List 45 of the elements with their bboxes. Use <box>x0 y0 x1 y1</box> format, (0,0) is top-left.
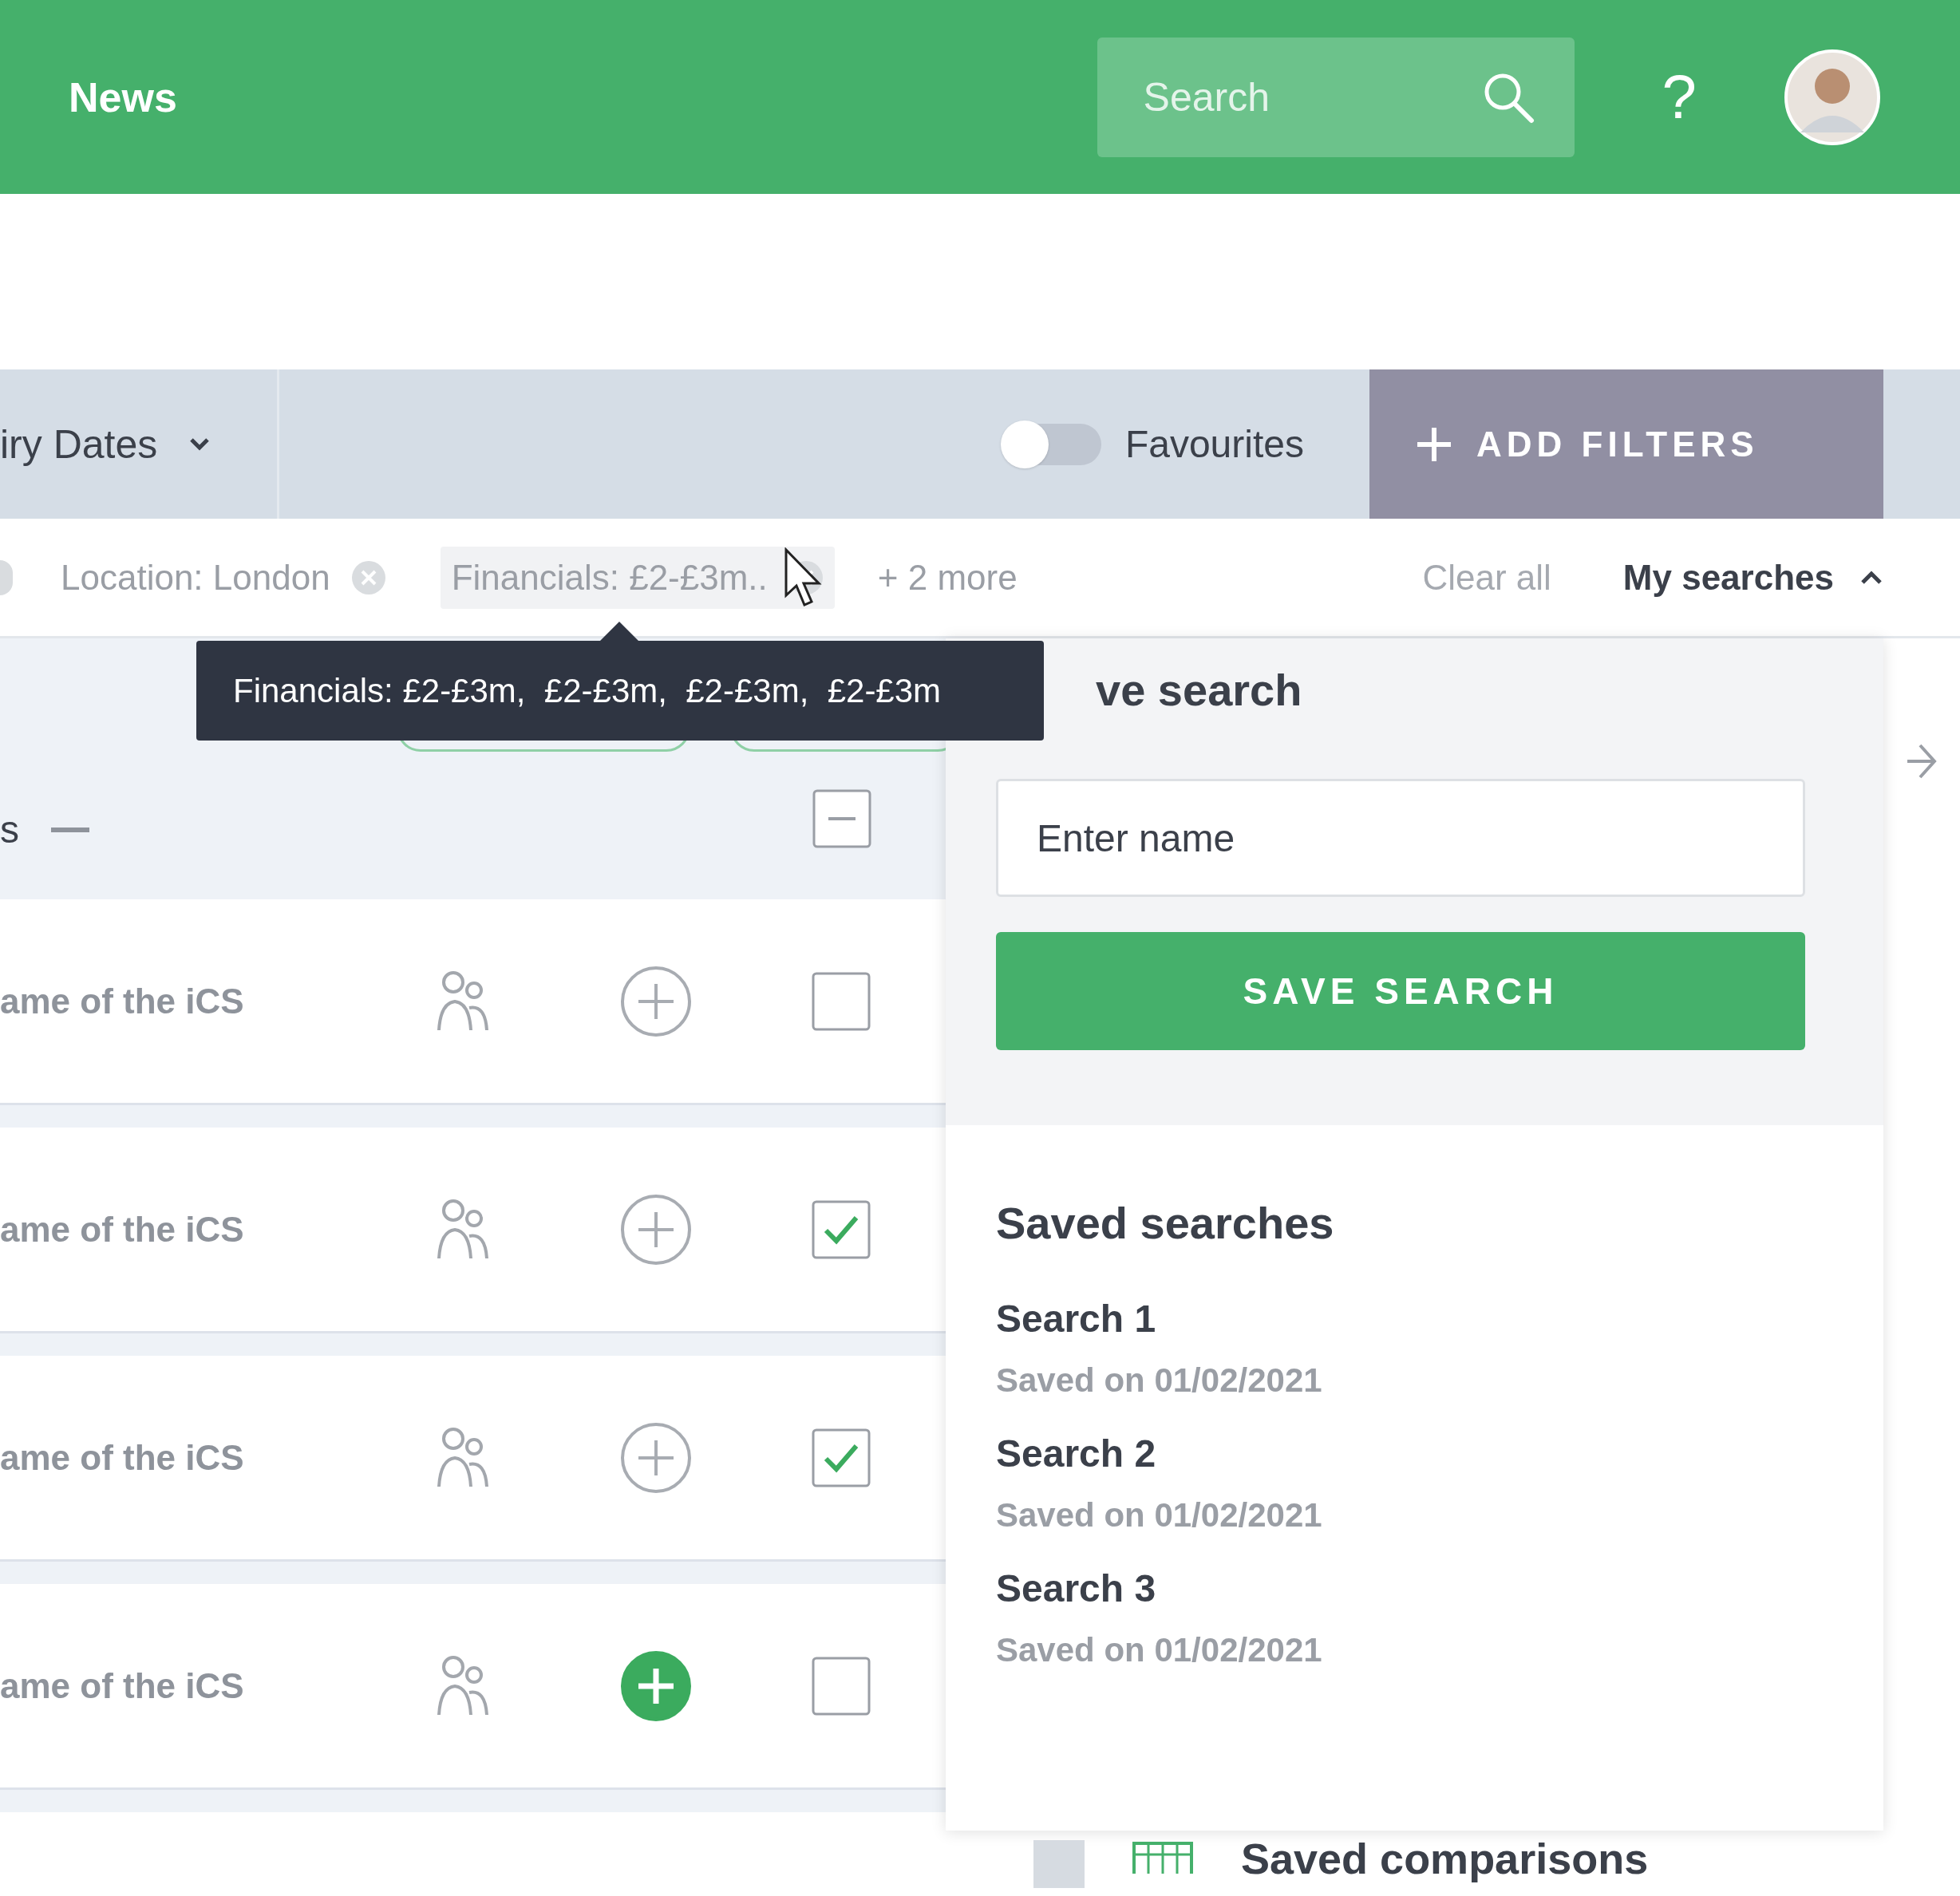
panel-heading: ve search <box>1095 664 1303 717</box>
saved-date: Saved on 01/02/2021 <box>996 1496 1323 1535</box>
add-icon[interactable] <box>620 965 692 1037</box>
saved-date: Saved on 01/02/2021 <box>996 1361 1323 1400</box>
filter-chip[interactable]: Location: London <box>49 546 397 609</box>
saved-search-name[interactable]: Search 3 <box>996 1566 1833 1610</box>
tooltip: Financials: £2-£3m, £2-£3m, £2-£3m, £2-£3m <box>196 641 1044 741</box>
save-search-button[interactable]: SAVE SEARCH <box>996 932 1805 1050</box>
arrow-right-icon[interactable] <box>1906 742 1938 780</box>
row-name: ame of the iCS <box>0 981 245 1021</box>
saved-date: Saved on 01/02/2021 <box>996 1631 1323 1669</box>
add-icon[interactable] <box>620 1193 692 1266</box>
grid-icon <box>1132 1842 1193 1874</box>
avatar[interactable] <box>1784 49 1880 145</box>
filter-dropdown[interactable]: iry Dates <box>0 421 158 468</box>
chip-remove-icon[interactable] <box>0 559 13 595</box>
name-input[interactable]: Enter name <box>996 779 1805 897</box>
row-name: ame of the iCS <box>0 1209 245 1250</box>
saved-search-name[interactable]: Search 2 <box>996 1432 1833 1475</box>
add-icon[interactable] <box>620 1649 692 1722</box>
search-field[interactable]: Search <box>1097 37 1575 157</box>
checkbox[interactable] <box>812 971 871 1031</box>
remove-icon[interactable] <box>350 559 386 595</box>
chevron-icon <box>1859 569 1883 586</box>
chevron-down-icon <box>189 436 211 452</box>
checkbox[interactable] <box>812 1656 871 1716</box>
saved-searches-heading: Saved searches <box>996 1197 1335 1249</box>
saved-search-name[interactable]: Search 1 <box>996 1297 1833 1341</box>
add-filters-button[interactable]: ADD FILTERS <box>1369 369 1883 519</box>
checkbox[interactable] <box>812 1199 871 1259</box>
my-searches-button[interactable]: My searches <box>1622 557 1883 598</box>
group-label: s <box>0 808 19 851</box>
favourites-label: Favourites <box>1124 422 1304 466</box>
collapse-icon[interactable] <box>51 828 89 834</box>
filter-chip[interactable]: Financials: £2-£3m.. <box>440 546 835 609</box>
app-title: News <box>69 73 178 121</box>
row-name: ame of the iCS <box>0 1665 245 1706</box>
more-filters-link[interactable]: + 2 more <box>877 557 1018 598</box>
select-all-checkbox[interactable] <box>812 789 871 848</box>
checkbox[interactable] <box>812 1428 871 1487</box>
clear-all-link[interactable]: Clear all <box>1422 557 1551 598</box>
plus-icon <box>1416 425 1452 463</box>
help-button[interactable]: ? <box>1662 61 1697 133</box>
add-icon[interactable] <box>620 1421 692 1494</box>
row-name: ame of the iCS <box>0 1437 245 1478</box>
